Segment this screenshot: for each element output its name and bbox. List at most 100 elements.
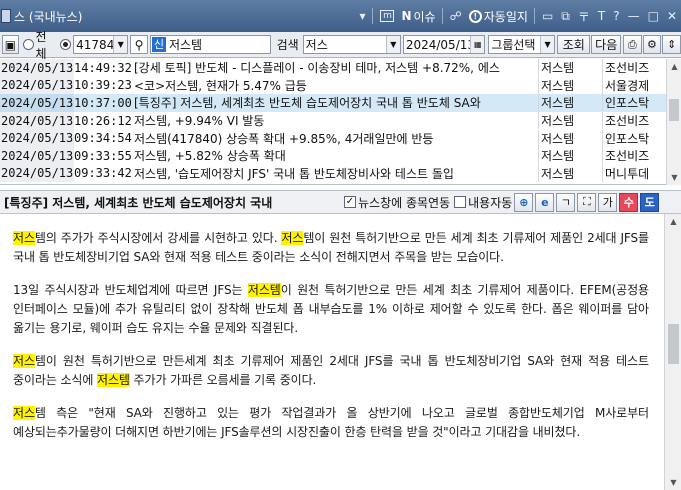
text-span: 템 측은 "현재 SA와 진행하고 있는 평가 작업결과가 올 상반기에 나오고… [13, 406, 649, 439]
tile-icon[interactable]: ▭ [538, 0, 557, 32]
print-icon[interactable]: ⎙ [622, 35, 642, 54]
issue-button[interactable]: N 이슈 [398, 8, 438, 25]
radio-all[interactable]: 전체 [22, 28, 57, 62]
stock-code-combo[interactable]: 417840 ▼ [73, 35, 129, 54]
font-size-icon[interactable]: T [594, 0, 609, 32]
keyword-highlight: 저스 [281, 231, 304, 245]
radio-stock[interactable] [60, 39, 73, 50]
list-toggle-button[interactable]: ▣ [2, 35, 19, 54]
news-stock: 저스템 [538, 112, 602, 130]
settings-icon[interactable]: ⚙ [642, 35, 662, 54]
news-time: 09:34:54 [74, 131, 132, 146]
issue-label: 이슈 [413, 9, 436, 24]
news-date: 2024/05/13 [0, 59, 74, 77]
next-button[interactable]: 다음 [591, 35, 621, 54]
radio-all-dot [22, 39, 34, 50]
edit-icon[interactable]: 수 [619, 192, 639, 212]
news-stock: 저스템 [538, 164, 602, 182]
auto-content-checkbox[interactable]: 내용자동 [454, 194, 512, 211]
chevron-down-icon[interactable]: ▼ [385, 36, 400, 53]
radio-stock-dot [60, 39, 72, 50]
keyword-highlight: 저스템 [97, 373, 130, 387]
news-date: 2024/05/13 [0, 76, 74, 95]
news-stock: 저스템 [538, 129, 602, 147]
news-source: 인포스탁 [602, 94, 666, 112]
query-button[interactable]: 조회 [557, 35, 591, 54]
separator [533, 8, 535, 24]
close-icon[interactable]: ✕ [663, 0, 681, 32]
news-time: 14:49:32 [74, 60, 132, 75]
search-icon[interactable]: ⚲ [130, 35, 148, 54]
link-icon[interactable]: ☍ [446, 0, 466, 32]
news-title: 저스템, '습도제어장치 JFS' 국내 톱 반도체장비사와 테스트 돌입 [134, 166, 454, 181]
date-picker[interactable]: 2024/05/13 ▦ [402, 35, 486, 54]
list-item[interactable]: 2024/05/13 09:34:54 저스템(417840) 상승폭 확대 +… [0, 129, 666, 147]
copy-window-icon[interactable]: ⧉ [557, 0, 574, 32]
calendar-icon[interactable]: ▦ [470, 36, 485, 53]
window-title: 스 (국내뉴스) [14, 9, 83, 24]
article-body: 저스템의 주가가 주식시장에서 강세를 시현하고 있다. 저스템이 원천 특허기… [0, 214, 681, 490]
list-item[interactable]: 2024/05/13 10:39:23 <코>저스템, 현재가 5.47% 급등… [0, 76, 666, 95]
scroll-thumb[interactable] [668, 324, 679, 364]
fit-icon[interactable]: ⛶ [577, 192, 597, 212]
chevron-down-icon[interactable]: ▼ [540, 36, 555, 53]
scroll-up-icon[interactable]: ▲ [667, 59, 681, 74]
article-paragraph: 13일 주식시장과 반도체업계에 따르면 JFS는 저스템이 원천 특허기반으로… [13, 281, 649, 338]
help-icon[interactable]: ? [609, 0, 623, 32]
list-scrollbar[interactable]: ▲ ▼ [666, 59, 681, 185]
maximize-icon[interactable]: □ [644, 0, 663, 32]
news-stock: 저스템 [538, 59, 602, 77]
text-span: 템의 주가가 주식시장에서 강세를 시현하고 있다. [34, 231, 282, 245]
screen-icon[interactable]: m [376, 0, 398, 32]
scroll-down-icon[interactable]: ▼ [665, 475, 681, 490]
news-date: 2024/05/13 [0, 129, 74, 147]
scroll-down-icon[interactable]: ▼ [667, 170, 681, 185]
article-paragraph: 저스템의 주가가 주식시장에서 강세를 시현하고 있다. 저스템이 원천 특허기… [13, 229, 649, 267]
news-stock: 저스템 [538, 76, 602, 94]
zoom-icon[interactable]: ⊕ [514, 192, 534, 212]
minimize-icon[interactable]: — [624, 0, 644, 32]
title-bar: 스 (국내뉴스) ▾ m N 이슈 ☍ ! 자동일지 ▭ ⧉ 〒 T ? — □ ✕ [0, 0, 681, 32]
keyword-combo[interactable]: 저스 ▼ [302, 35, 401, 54]
article-paragraph: 저스템 측은 "현재 SA와 진행하고 있는 평가 작업결과가 올 상반기에 나… [13, 404, 649, 442]
stock-name-field[interactable]: 신 저스템 [149, 35, 271, 54]
expand-icon[interactable]: ⇕ [662, 35, 681, 54]
keyword-highlight: 저스템 [247, 283, 281, 297]
keyword-highlight: 저스 [13, 406, 35, 420]
news-title: 저스템(417840) 상승폭 확대 +9.85%, 4거래일만에 반등 [134, 131, 434, 146]
dropdown-icon[interactable]: ▾ [355, 0, 369, 32]
list-item-selected[interactable]: 2024/05/13 10:37:00 [특징주] 저스템, 세계최초 반도체 … [0, 94, 666, 112]
new-tag: 신 [151, 37, 166, 52]
scroll-up-icon[interactable]: ▲ [665, 214, 681, 229]
news-title: [특징주] 저스템, 세계최초 반도체 습도제어장치 국내 톱 반도체 SA와 [134, 96, 481, 111]
news-link-label: 뉴스창에 종목연동 [358, 195, 451, 210]
scroll-icon[interactable]: 도 [640, 192, 660, 212]
list-item[interactable]: 2024/05/13 09:33:55 저스템, +5.82% 상승폭 확대 저… [0, 147, 666, 165]
news-date: 2024/05/13 [0, 147, 74, 165]
app-icon [1, 9, 11, 23]
news-link-checkbox[interactable]: ✓ 뉴스창에 종목연동 [344, 194, 450, 211]
news-title: <코>저스템, 현재가 5.47% 급등 [134, 78, 307, 93]
article-paragraph: 저스템이 원천 특허기반으로 만든세계 최초 기류제어 제품인 2세대 JFS를… [13, 352, 649, 390]
auto-daily-button[interactable]: ! 자동일지 [466, 8, 531, 25]
group-select[interactable]: 그룹선택 ▼ [488, 35, 556, 54]
font-larger-icon[interactable]: 가 [598, 192, 618, 212]
pin-icon[interactable]: 〒 [574, 0, 594, 32]
news-time: 09:33:55 [74, 148, 132, 163]
keyword-highlight: 저스 [13, 231, 35, 245]
news-time: 09:33:42 [74, 166, 132, 181]
browser-icon[interactable]: e [535, 192, 555, 212]
list-item[interactable]: 2024/05/13 10:26:12 저스템, +9.94% VI 발동 저스… [0, 111, 666, 130]
article-header: [특징주] 저스템, 세계최초 반도체 습도제어장치 국내 ✓ 뉴스창에 종목연… [0, 190, 681, 214]
news-date: 2024/05/13 [0, 164, 74, 183]
list-item[interactable]: 2024/05/13 14:49:32 [강세 토픽] 반도체 - 디스플레이 … [0, 59, 666, 77]
stock-name-value: 저스템 [168, 38, 203, 52]
chevron-down-icon[interactable]: ▼ [113, 36, 128, 53]
news-source: 머니투데 [602, 164, 666, 182]
checkbox-checked-icon: ✓ [344, 196, 356, 208]
checkbox-icon [454, 196, 467, 208]
list-item[interactable]: 2024/05/13 09:33:42 저스템, '습도제어장치 JFS' 국내… [0, 164, 666, 183]
font-smaller-icon[interactable]: ㄱ [556, 192, 576, 212]
article-scrollbar[interactable]: ▲ ▼ [664, 214, 681, 490]
scroll-thumb[interactable] [669, 99, 679, 121]
